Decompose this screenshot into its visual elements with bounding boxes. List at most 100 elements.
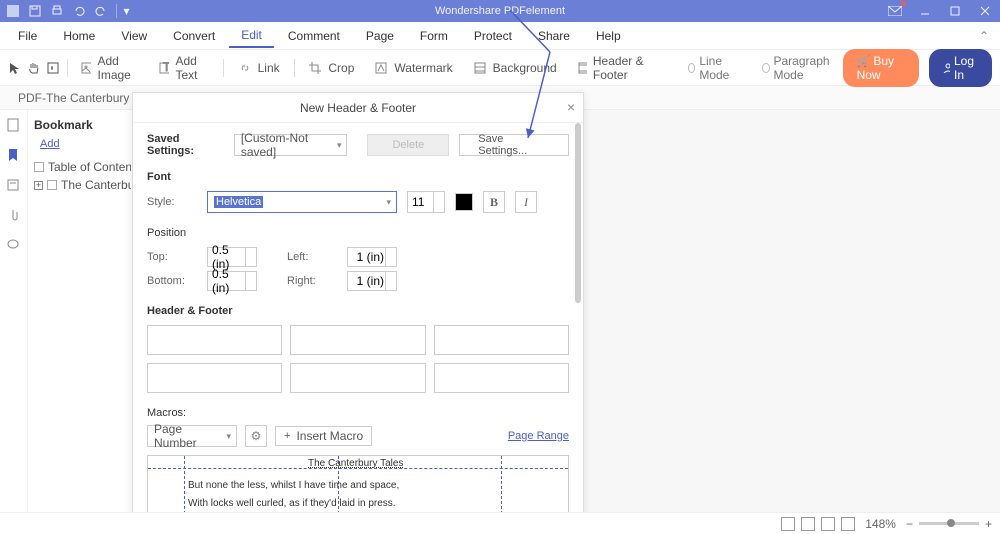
bookmark-item[interactable]: + The Canterbury T [34,176,131,194]
paragraph-mode-radio[interactable]: Paragraph Mode [762,54,839,82]
font-section-title: Font [147,171,569,183]
header-center-input[interactable] [290,325,425,355]
add-text-button[interactable]: T Add Text [151,50,216,86]
svg-text:T: T [163,61,169,74]
hf-section-title: Header & Footer [147,305,569,317]
right-stepper[interactable]: 1 (in) [347,271,397,291]
bottom-stepper[interactable]: 0.5 (in) [207,271,257,291]
preview-header: The Canterbury Tales [308,458,403,469]
zoom-in-icon[interactable]: + [985,517,992,531]
saved-settings-select[interactable]: [Custom-Not saved] [234,134,348,156]
bookmark-label: The Canterbury T [61,178,131,192]
attachments-icon[interactable] [6,208,22,224]
print-icon[interactable] [50,4,64,18]
menu-page[interactable]: Page [354,25,406,47]
hand-tool-icon[interactable] [27,58,42,78]
header-footer-button[interactable]: Header & Footer [569,50,666,86]
footer-left-input[interactable] [147,363,282,393]
page-range-link[interactable]: Page Range [508,430,569,442]
background-label: Background [493,61,557,75]
line-mode-radio[interactable]: Line Mode [688,54,740,82]
view-single-icon[interactable] [781,517,795,531]
watermark-button[interactable]: Watermark [366,57,460,79]
font-color-swatch[interactable] [455,193,473,211]
zoom-out-icon[interactable]: − [906,517,913,531]
select-tool-icon[interactable] [8,58,23,78]
menu-protect[interactable]: Protect [462,25,524,47]
dropdown-icon[interactable]: ▾ [116,4,130,18]
macros-select[interactable]: Page Number [147,425,237,447]
view-grid-icon[interactable] [841,517,855,531]
left-stepper[interactable]: 1 (in) [347,247,397,267]
edit-tool-icon[interactable] [46,58,61,78]
zoom-value: 148% [865,517,896,531]
save-icon[interactable] [28,4,42,18]
font-size-stepper[interactable]: 11 [407,191,445,213]
bookmarks-icon[interactable] [6,148,22,164]
top-label: Top: [147,251,197,263]
font-style-select[interactable]: Helvetica [207,191,397,213]
comments-icon[interactable] [6,238,22,254]
macros-label: Macros: [147,407,569,419]
preview-body-2: With locks well curled, as if they'd lai… [188,498,396,509]
footer-right-input[interactable] [434,363,569,393]
bookmark-item[interactable]: Table of Contents [34,158,131,176]
close-icon[interactable] [976,3,994,19]
expand-icon[interactable]: + [34,181,43,190]
bookmark-label: Table of Contents [48,160,131,174]
mail-icon[interactable] [886,3,904,19]
header-footer-label: Header & Footer [593,54,658,82]
app-title: Wondershare PDFelement [435,5,565,17]
insert-macro-button[interactable]: + Insert Macro [275,426,372,446]
menu-form[interactable]: Form [408,25,460,47]
watermark-label: Watermark [394,61,452,75]
italic-button[interactable]: I [515,191,537,213]
add-bookmark-link[interactable]: Add [40,138,131,150]
scrollbar[interactable] [575,123,581,303]
add-image-button[interactable]: Add Image [73,50,147,86]
top-stepper[interactable]: 0.5 (in) [207,247,257,267]
menu-share[interactable]: Share [526,25,582,47]
position-section-title: Position [147,227,569,239]
redo-icon[interactable] [94,4,108,18]
line-mode-label: Line Mode [699,54,739,82]
bottom-label: Bottom: [147,275,197,287]
preview-body-1: But none the less, whilst I have time an… [188,480,399,491]
maximize-icon[interactable] [946,3,964,19]
delete-button: Delete [367,134,449,156]
header-right-input[interactable] [434,325,569,355]
collapse-ribbon-icon[interactable]: ⌃ [974,29,994,43]
undo-icon[interactable] [72,4,86,18]
view-two-icon[interactable] [821,517,835,531]
bold-button[interactable]: B [483,191,505,213]
link-label: Link [258,61,280,75]
menu-view[interactable]: View [109,25,159,47]
app-logo-icon [6,4,20,18]
menu-edit[interactable]: Edit [229,24,274,48]
crop-button[interactable]: Crop [300,57,362,79]
menu-comment[interactable]: Comment [276,25,352,47]
zoom-slider[interactable] [919,522,979,525]
minimize-icon[interactable] [916,3,934,19]
menu-file[interactable]: File [6,25,49,47]
menu-home[interactable]: Home [51,25,107,47]
annotations-icon[interactable] [6,178,22,194]
save-settings-button[interactable]: Save Settings... [459,134,569,156]
dialog-close-icon[interactable]: × [567,99,575,115]
buy-now-button[interactable]: 🛒 Buy Now [843,49,919,87]
link-button[interactable]: Link [230,57,288,79]
view-continuous-icon[interactable] [801,517,815,531]
crop-label: Crop [328,61,354,75]
menu-help[interactable]: Help [584,25,633,47]
thumbnails-icon[interactable] [6,118,22,134]
background-button[interactable]: Background [465,57,565,79]
macro-settings-icon[interactable]: ⚙ [245,425,267,447]
left-label: Left: [287,251,337,263]
dialog-title: New Header & Footer [300,101,416,115]
login-button[interactable]: Log In [929,49,992,87]
add-image-label: Add Image [97,54,139,82]
menu-convert[interactable]: Convert [161,25,227,47]
header-left-input[interactable] [147,325,282,355]
add-text-label: Add Text [175,54,208,82]
footer-center-input[interactable] [290,363,425,393]
